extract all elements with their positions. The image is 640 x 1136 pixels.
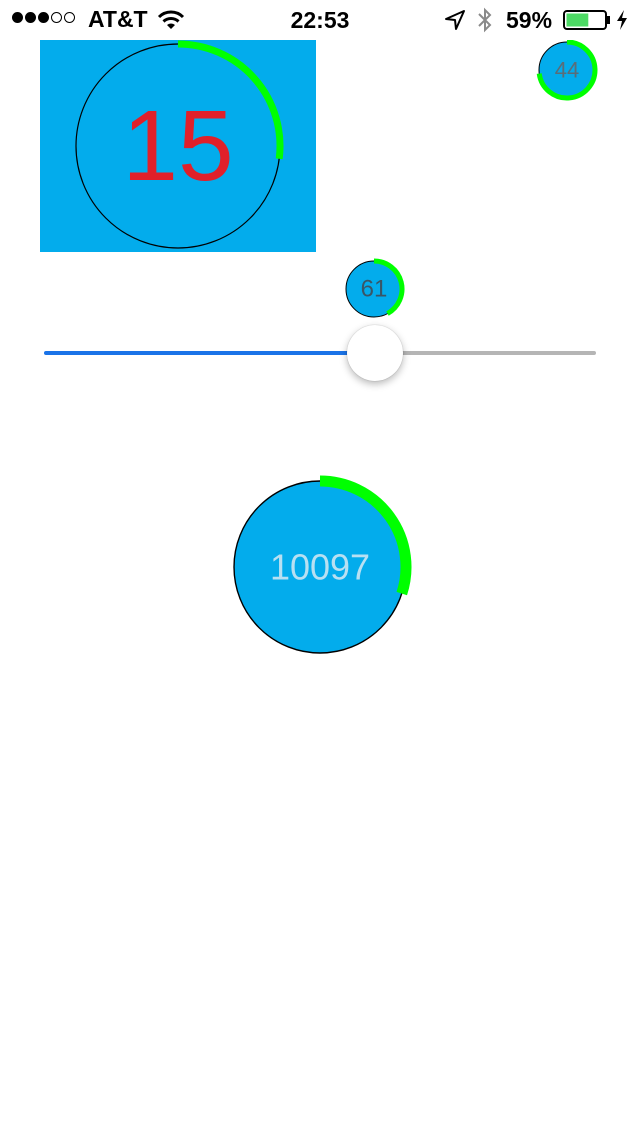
slider-value-badge: 61 [345,258,405,318]
charging-bolt-icon [617,10,627,30]
center-gauge: 10097 [233,475,412,654]
location-arrow-icon [445,10,465,30]
slider-track-filled[interactable] [44,351,376,355]
slider-thumb[interactable] [347,325,404,381]
large-gauge-value: 15 [122,90,233,202]
value-slider[interactable] [44,323,596,383]
status-bar: AT&T 22:53 59% [0,0,640,40]
center-gauge-value: 10097 [270,547,370,588]
large-gauge-panel: 15 [40,40,316,252]
slider-track-remaining[interactable] [375,351,596,355]
small-gauge-top-right: 44 [536,40,598,101]
slider-badge-value: 61 [361,276,388,303]
battery-percent: 59% [506,7,553,33]
bluetooth-icon [478,7,492,33]
battery-icon [563,10,610,30]
small-gauge-value: 44 [555,58,579,83]
